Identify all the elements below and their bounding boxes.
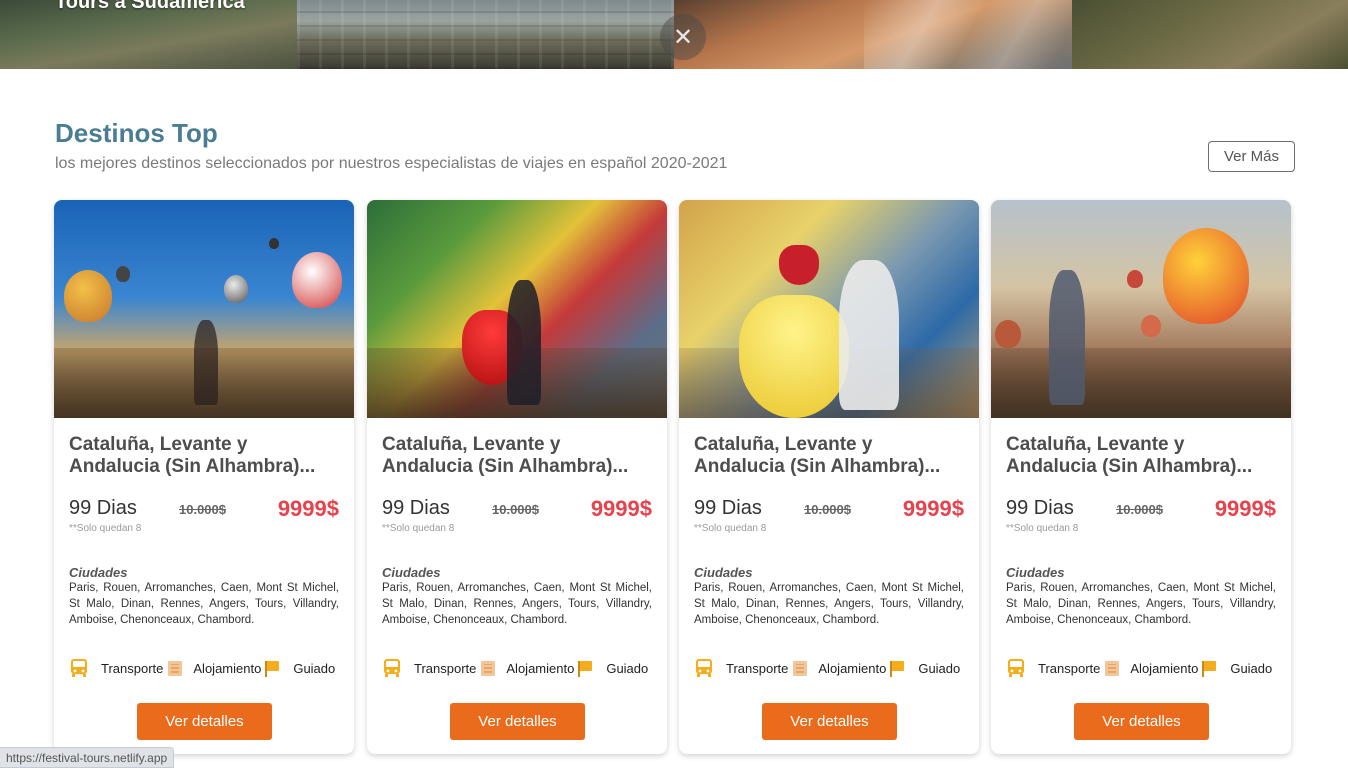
feature-lodging: Alojamiento xyxy=(818,660,887,676)
card-old-price: 10.000$ xyxy=(1116,502,1163,517)
card-features: Transporte Alojamiento Guiado xyxy=(69,656,344,680)
flag-icon xyxy=(577,660,594,677)
flag-icon xyxy=(1201,660,1218,677)
card-remaining: **Solo quedan 8 xyxy=(69,523,142,534)
banner-title: Tours a Sudamérica xyxy=(55,0,245,13)
card-price: 9999$ xyxy=(1214,496,1276,521)
card-remaining: **Solo quedan 8 xyxy=(1006,523,1079,534)
card-old-price: 10.000$ xyxy=(804,502,851,517)
card-duration: 99 Dias xyxy=(1006,497,1074,519)
feature-guide: Guiado xyxy=(918,660,961,676)
card-image xyxy=(679,200,979,418)
card-features: Transporte Alojamiento Guiado xyxy=(382,656,657,680)
banner-image-nature xyxy=(1072,0,1348,69)
destination-card: Cataluña, Levante y Andalucia (Sin Alhamb… xyxy=(991,200,1291,754)
feature-lodging: Alojamiento xyxy=(193,660,262,676)
bus-icon xyxy=(384,659,400,677)
destination-cards: Cataluña, Levante y Andalucia (Sin Alhamb… xyxy=(54,200,1294,760)
card-title: Cataluña, Levante y Andalucia (Sin Alhamb… xyxy=(382,434,629,477)
cities-label: Ciudades xyxy=(69,565,128,580)
cities-label: Ciudades xyxy=(1006,565,1065,580)
banner-image-beach xyxy=(674,0,1074,69)
feature-transport: Transporte xyxy=(101,660,164,676)
card-image xyxy=(991,200,1291,418)
bus-icon xyxy=(1008,659,1024,677)
banner-image-city xyxy=(297,0,674,69)
bus-icon xyxy=(71,659,87,677)
card-features: Transporte Alojamiento Guiado xyxy=(694,656,969,680)
section-subtitle: los mejores destinos seleccionados por n… xyxy=(55,155,728,172)
card-features: Transporte Alojamiento Guiado xyxy=(1006,656,1281,680)
flag-icon xyxy=(889,660,906,677)
view-details-button[interactable]: Ver detalles xyxy=(137,703,272,740)
cities-list: Paris, Rouen, Arromanches, Caen, Mont St… xyxy=(69,582,339,626)
feature-transport: Transporte xyxy=(726,660,789,676)
card-image xyxy=(367,200,667,418)
bus-icon xyxy=(696,659,712,677)
cities-list: Paris, Rouen, Arromanches, Caen, Mont St… xyxy=(694,582,964,626)
card-price: 9999$ xyxy=(902,496,964,521)
feature-guide: Guiado xyxy=(606,660,649,676)
card-remaining: **Solo quedan 8 xyxy=(694,523,767,534)
card-image xyxy=(54,200,354,418)
card-duration: 99 Dias xyxy=(694,497,762,519)
card-old-price: 10.000$ xyxy=(492,502,539,517)
feature-transport: Transporte xyxy=(414,660,477,676)
card-duration: 99 Dias xyxy=(69,497,137,519)
card-remaining: **Solo quedan 8 xyxy=(382,523,455,534)
destination-card: Cataluña, Levante y Andalucia (Sin Alhamb… xyxy=(367,200,667,754)
hotel-icon xyxy=(793,660,808,676)
card-title: Cataluña, Levante y Andalucia (Sin Alhamb… xyxy=(1006,434,1253,477)
destination-card: Cataluña, Levante y Andalucia (Sin Alhamb… xyxy=(54,200,354,754)
view-details-button[interactable]: Ver detalles xyxy=(1074,703,1209,740)
see-more-button[interactable]: Ver Más xyxy=(1208,141,1295,172)
hotel-icon xyxy=(481,660,496,676)
card-title: Cataluña, Levante y Andalucia (Sin Alhamb… xyxy=(69,434,316,477)
flag-icon xyxy=(264,660,281,677)
feature-guide: Guiado xyxy=(1230,660,1273,676)
card-price: 9999$ xyxy=(277,496,339,521)
close-icon: ✕ xyxy=(672,23,694,51)
feature-guide: Guiado xyxy=(293,660,336,676)
destination-card: Cataluña, Levante y Andalucia (Sin Alhamb… xyxy=(679,200,979,754)
section-title: Destinos Top xyxy=(55,118,218,148)
status-bar-url: https://festival-tours.netlify.app xyxy=(0,747,175,768)
close-button[interactable]: ✕ xyxy=(660,14,706,60)
cities-label: Ciudades xyxy=(694,565,753,580)
view-details-button[interactable]: Ver detalles xyxy=(762,703,897,740)
feature-lodging: Alojamiento xyxy=(1130,660,1199,676)
cities-list: Paris, Rouen, Arromanches, Caen, Mont St… xyxy=(382,582,652,626)
card-title: Cataluña, Levante y Andalucia (Sin Alhamb… xyxy=(694,434,941,477)
hotel-icon xyxy=(1105,660,1120,676)
cities-list: Paris, Rouen, Arromanches, Caen, Mont St… xyxy=(1006,582,1276,626)
card-duration: 99 Dias xyxy=(382,497,450,519)
card-price: 9999$ xyxy=(590,496,652,521)
hotel-icon xyxy=(168,660,183,676)
view-details-button[interactable]: Ver detalles xyxy=(450,703,585,740)
feature-transport: Transporte xyxy=(1038,660,1101,676)
hero-banner: Tours a Sudamérica ✕ xyxy=(0,0,1348,69)
cities-label: Ciudades xyxy=(382,565,441,580)
card-old-price: 10.000$ xyxy=(179,502,226,517)
feature-lodging: Alojamiento xyxy=(506,660,575,676)
